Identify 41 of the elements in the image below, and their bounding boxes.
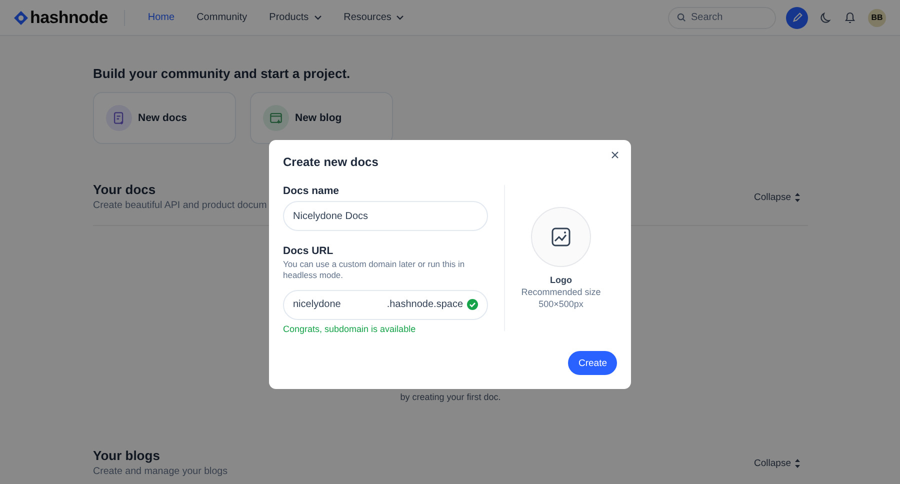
section-description: Create beautiful API and product docum — [93, 200, 267, 211]
sort-arrows-icon — [795, 193, 800, 202]
section-description: Create and manage your blogs — [93, 466, 228, 477]
logo-label: Logo — [550, 275, 572, 285]
new-project-card[interactable]: New blog — [250, 92, 393, 144]
logo-icon — [14, 10, 28, 24]
nav-link[interactable]: Community — [186, 8, 258, 27]
sort-arrows-icon — [795, 459, 800, 468]
nav-link[interactable]: Products — [258, 8, 333, 27]
section-title: Your docs — [93, 182, 157, 197]
logo-text[interactable]: hashnode — [30, 8, 108, 28]
moon-icon[interactable] — [820, 12, 832, 24]
collapse-button[interactable]: Collapse — [754, 192, 800, 203]
window-plus-icon — [263, 105, 289, 131]
field-help-text: You can use a custom domain later or run this in headless mode. — [283, 259, 466, 282]
dialog-title: Create new docs — [283, 155, 378, 169]
user-avatar[interactable]: BB — [868, 8, 886, 26]
nav-link[interactable]: Home — [136, 8, 186, 27]
new-project-card[interactable]: New docs — [93, 92, 236, 144]
section-title: Your blogs — [93, 448, 161, 463]
subdomain-field[interactable]: nicelydone .hashnode.space — [283, 290, 488, 320]
input-field[interactable]: Nicelydone Docs — [283, 201, 488, 231]
nav-link[interactable]: Resources — [332, 8, 416, 27]
logo-size: 500×500px — [538, 299, 584, 309]
empty-state-text: by creating your first doc. — [400, 392, 501, 402]
section-heading: Build your community and start a project. — [93, 66, 352, 81]
collapse-button[interactable]: Collapse — [754, 458, 800, 469]
bell-icon[interactable] — [844, 11, 856, 24]
image-icon — [551, 227, 571, 247]
search-field[interactable]: Search — [668, 6, 776, 28]
pen-icon — [792, 12, 802, 23]
create-button[interactable]: Create — [568, 351, 617, 375]
pen-button[interactable] — [786, 6, 808, 28]
field-label: Docs URL — [283, 245, 334, 257]
validation-message: Congrats, subdomain is available — [283, 324, 417, 334]
domain-suffix: .hashnode.space — [386, 299, 463, 310]
search-icon — [677, 13, 686, 22]
document-plus-icon — [106, 105, 132, 131]
close-icon[interactable] — [611, 151, 619, 159]
logo-hint: Recommended size — [521, 287, 601, 297]
field-label: Docs name — [283, 185, 340, 197]
